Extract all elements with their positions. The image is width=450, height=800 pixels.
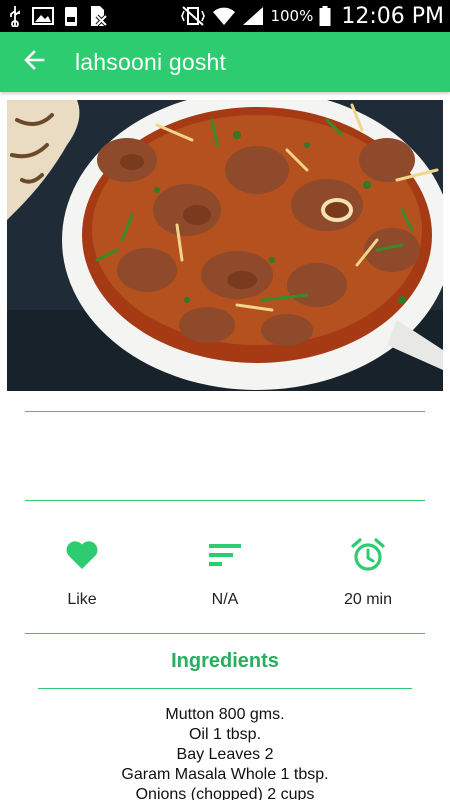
clock: 12:06 PM	[341, 3, 444, 29]
divider	[25, 411, 425, 412]
signal-icon	[242, 6, 264, 26]
battery-percent: 100%	[270, 7, 314, 25]
app-bar: lahsooni gosht	[0, 32, 450, 92]
status-left-icons	[8, 5, 108, 27]
status-bar: 100% 12:06 PM	[0, 0, 450, 32]
difficulty-label: N/A	[211, 591, 239, 608]
time-label: 20 min	[343, 591, 393, 608]
like-button[interactable]: Like	[7, 530, 157, 620]
action-row: Like N/A 20 min	[0, 530, 450, 620]
list-item: Garam Masala Whole 1 tbsp.	[121, 766, 329, 783]
heart-icon	[65, 530, 99, 580]
divider	[25, 633, 425, 634]
like-label: Like	[67, 591, 97, 608]
time-item[interactable]: 20 min	[293, 530, 443, 620]
arrow-left-icon	[23, 48, 47, 77]
back-button[interactable]	[5, 32, 65, 92]
divider	[38, 688, 412, 689]
alarm-clock-icon	[350, 530, 386, 580]
list-item: Mutton 800 gms.	[165, 706, 285, 723]
sim-off-icon	[88, 5, 108, 27]
battery-icon	[319, 5, 331, 27]
page-title: lahsooni gosht	[75, 48, 227, 75]
difficulty-item[interactable]: N/A	[150, 530, 300, 620]
storage-icon	[64, 5, 78, 27]
list-item: Oil 1 tbsp.	[188, 726, 262, 743]
list-item: Onions (chopped) 2 cups	[135, 786, 315, 800]
list-item: Bay Leaves 2	[176, 746, 274, 763]
status-right-icons: 100% 12:06 PM	[180, 4, 444, 29]
image-icon	[32, 6, 54, 26]
usb-icon	[8, 5, 22, 27]
wifi-icon	[212, 6, 236, 26]
ingredients-list: Mutton 800 gms. Oil 1 tbsp. Bay Leaves 2…	[0, 705, 450, 800]
dish-photo	[7, 100, 443, 391]
vibrate-mute-icon	[180, 5, 206, 27]
sort-lines-icon	[208, 530, 242, 580]
ingredients-heading: Ingredients	[171, 650, 279, 672]
divider	[25, 500, 425, 501]
